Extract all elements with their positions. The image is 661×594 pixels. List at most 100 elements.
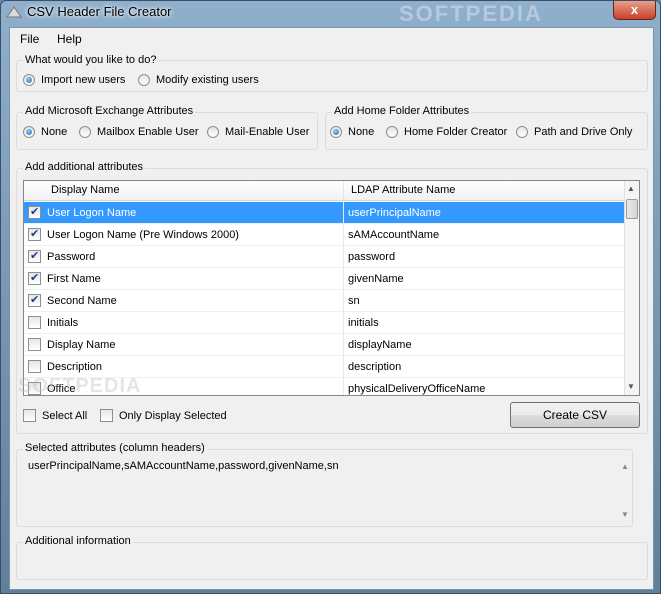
softpedia-watermark: SOFTPEDIA [399,1,543,26]
cell-display-name: Second Name [47,295,117,307]
column-header-ldap-name[interactable]: LDAP Attribute Name [351,184,455,196]
app-window: CSV Header File Creator SOFTPEDIA x File… [0,0,661,594]
cell-divider [343,334,344,356]
radio-exchange-none[interactable]: None [23,126,67,138]
cell-ldap-name: sAMAccountName [348,229,440,241]
only-display-selected-checkbox[interactable]: Only Display Selected [100,409,227,422]
cell-display-name: User Logon Name (Pre Windows 2000) [47,229,239,241]
row-checkbox[interactable] [28,271,41,285]
row-checkbox[interactable] [28,249,41,263]
row-checkbox[interactable] [28,293,41,307]
radio-home-folder-creator[interactable]: Home Folder Creator [386,126,507,138]
attributes-list[interactable]: Display Name LDAP Attribute Name User Lo… [23,180,640,396]
radio-dot-selected [23,126,35,138]
checkbox-label: Only Display Selected [119,409,227,422]
checkbox-box [100,409,113,422]
window-title: CSV Header File Creator [27,4,172,19]
cell-ldap-name: physicalDeliveryOfficeName [348,383,486,395]
selected-attributes-text[interactable]: userPrincipalName,sAMAccountName,passwor… [28,460,339,472]
radio-label: Mailbox Enable User [97,126,199,138]
radio-home-none[interactable]: None [330,126,374,138]
table-row[interactable]: User Logon Name (Pre Windows 2000) sAMAcc… [24,224,624,246]
menu-file[interactable]: File [16,31,43,47]
column-divider[interactable] [343,181,344,201]
table-row[interactable]: First Name givenName [24,268,624,290]
menu-help[interactable]: Help [53,31,86,47]
row-checkbox[interactable] [28,227,41,241]
radio-mailbox-enable-user[interactable]: Mailbox Enable User [79,126,199,138]
radio-import-new-users[interactable]: Import new users [23,74,125,86]
radio-label: Mail-Enable User [225,126,310,138]
softpedia-watermark-overlay: SOFTPEDIA [18,375,142,397]
radio-dot [386,126,398,138]
scroll-down-icon[interactable]: ▼ [627,382,635,391]
row-checkbox[interactable] [28,316,41,329]
radio-dot [79,126,91,138]
table-row[interactable]: Initials initials [24,312,624,334]
cell-display-name: Description [47,361,103,373]
radio-label: None [41,126,68,138]
radio-label: Path and Drive Only [534,126,633,138]
checkbox-label: Select All [42,409,88,422]
scroll-down-icon[interactable]: ▼ [621,510,629,519]
title-bar[interactable]: CSV Header File Creator SOFTPEDIA x [1,1,660,26]
row-checkbox[interactable] [28,205,41,219]
radio-path-and-drive-only[interactable]: Path and Drive Only [516,126,632,138]
row-checkbox[interactable] [28,360,41,373]
table-row[interactable]: Password password [24,246,624,268]
additional-info-group [16,542,648,580]
radio-modify-existing-users[interactable]: Modify existing users [138,74,259,86]
create-csv-button[interactable]: Create CSV [510,402,640,428]
radio-label: Home Folder Creator [404,126,508,138]
radio-dot-selected [23,74,35,86]
close-button[interactable]: x [613,1,656,20]
cell-divider [343,224,344,246]
scroll-thumb[interactable] [626,199,638,219]
cell-display-name: User Logon Name [47,207,137,219]
cell-divider [343,312,344,334]
cell-ldap-name: sn [348,295,360,307]
attributes-group-label: Add additional attributes [23,161,146,173]
home-folder-group-label: Add Home Folder Attributes [332,105,472,117]
table-row[interactable]: User Logon Name userPrincipalName [24,202,624,224]
selected-attributes-label: Selected attributes (column headers) [23,442,207,454]
cell-display-name: Display Name [47,339,116,351]
radio-dot [516,126,528,138]
cell-ldap-name: password [348,251,396,263]
select-all-checkbox[interactable]: Select All [23,409,87,422]
vertical-scrollbar[interactable]: ▲ ▼ [624,181,639,395]
cell-ldap-name: givenName [348,273,404,285]
table-row[interactable]: Second Name sn [24,290,624,312]
list-header: Display Name LDAP Attribute Name [24,181,624,201]
additional-info-label: Additional information [23,535,133,547]
radio-label: Import new users [41,74,126,86]
radio-mail-enable-user[interactable]: Mail-Enable User [207,126,309,138]
cell-ldap-name: description [348,361,402,373]
radio-dot [138,74,150,86]
row-checkbox[interactable] [28,338,41,351]
cell-divider [343,268,344,290]
exchange-group-label: Add Microsoft Exchange Attributes [23,105,196,117]
cell-ldap-name: displayName [348,339,412,351]
radio-label: None [348,126,375,138]
scroll-up-icon[interactable]: ▲ [621,462,629,471]
cell-divider [343,202,344,224]
table-row[interactable]: Display Name displayName [24,334,624,356]
scroll-up-icon[interactable]: ▲ [627,184,635,193]
cell-divider [343,356,344,378]
cell-display-name: First Name [47,273,101,285]
app-icon [6,5,22,19]
cell-ldap-name: userPrincipalName [348,207,441,219]
radio-dot [207,126,219,138]
cell-divider [343,290,344,312]
action-group-label: What would you like to do? [23,54,159,66]
cell-display-name: Password [47,251,96,263]
cell-ldap-name: initials [348,317,379,329]
cell-display-name: Initials [47,317,79,329]
radio-label: Modify existing users [156,74,259,86]
column-header-display-name[interactable]: Display Name [51,184,119,196]
cell-divider [343,378,344,395]
cell-divider [343,246,344,268]
client-area: File Help What would you like to do? Imp… [9,27,654,590]
checkbox-box [23,409,36,422]
